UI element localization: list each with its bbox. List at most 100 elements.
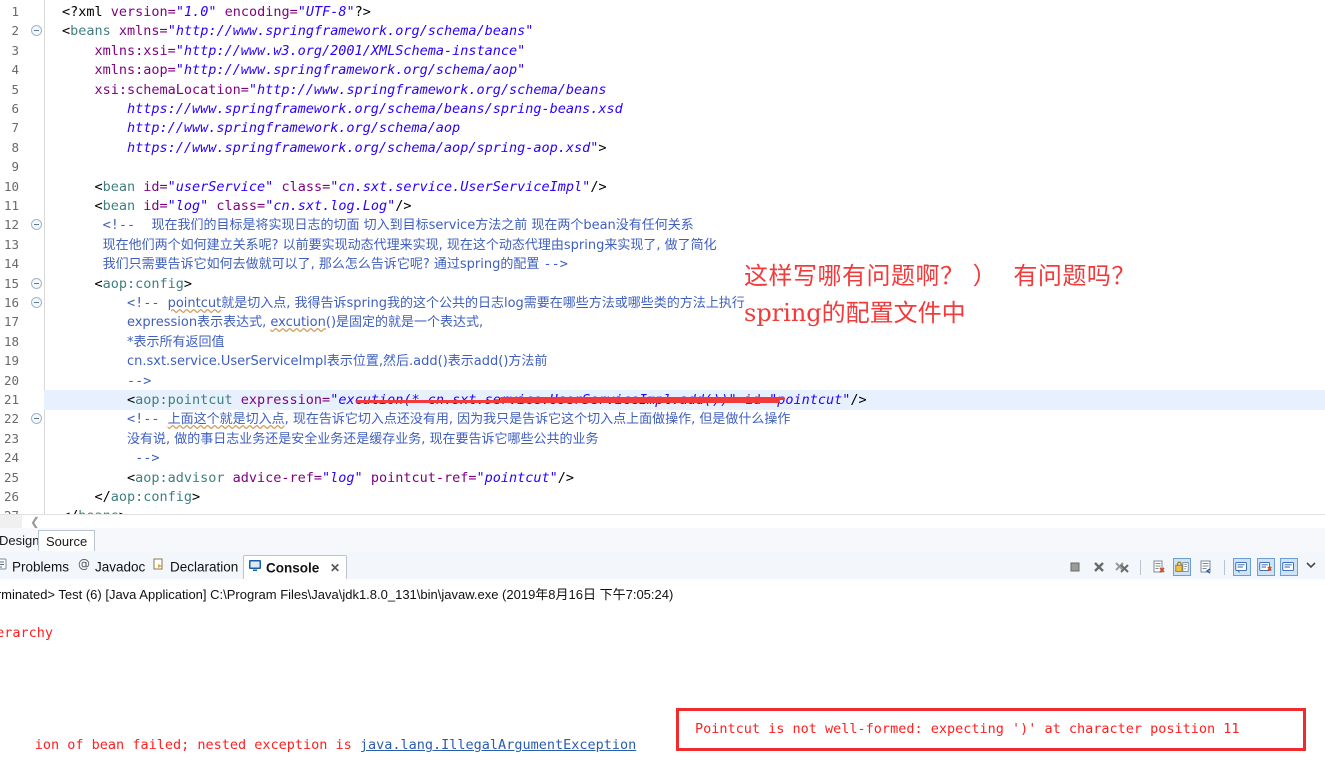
line-number-gutter[interactable]: 1 2 3 4 5 6 7 8 9 10 11 12 13 14 15 16 17 18 19 20 21 22 23 24 2… bbox=[0, 0, 45, 514]
console-toolbar[interactable] bbox=[1065, 556, 1323, 578]
code-token: cn.sxt.service.UserServiceImpl表示位置,然后.ad… bbox=[126, 354, 548, 370]
code-token: aop:pointcut bbox=[135, 392, 233, 408]
code-token: ()是固定的就是一个表达式, bbox=[325, 315, 484, 331]
display-console-icon[interactable] bbox=[1233, 558, 1252, 576]
code-line[interactable]: <bean id="userService" class="cn.sxt.ser… bbox=[44, 177, 1325, 197]
fold-toggle-icon[interactable] bbox=[31, 277, 42, 289]
tab-problems-label: Problems bbox=[12, 559, 70, 575]
code-line[interactable]: cn.sxt.service.UserServiceImpl表示位置,然后.ad… bbox=[44, 351, 1325, 371]
code-token: id= bbox=[135, 178, 168, 195]
open-console-icon[interactable] bbox=[1256, 558, 1275, 576]
code-line[interactable]: --> bbox=[44, 448, 1325, 468]
line-number: 9 bbox=[11, 159, 19, 175]
handwritten-note-line2: spring的配置文件中 bbox=[744, 299, 966, 327]
code-line[interactable]: expression表示表达式, excution()是固定的就是一个表达式, bbox=[44, 312, 1325, 332]
code-token: < bbox=[94, 275, 103, 292]
code-line[interactable] bbox=[44, 157, 1325, 177]
tab-console[interactable]: Console ✕ bbox=[243, 555, 348, 580]
line-number: 2 bbox=[11, 23, 19, 39]
tab-declaration[interactable]: Declaration bbox=[152, 555, 238, 579]
code-line[interactable]: https://www.springframework.org/schema/b… bbox=[44, 99, 1325, 119]
code-token: "log" bbox=[167, 198, 209, 214]
code-token: > bbox=[183, 275, 193, 292]
code-line[interactable]: <!-- 现在我们的目标是将实现日志的切面 切入到目标service方法之前 现… bbox=[44, 215, 1325, 235]
code-token: /> bbox=[557, 469, 575, 486]
tab-source[interactable]: Source bbox=[38, 530, 96, 551]
code-line[interactable]: </beans> bbox=[44, 506, 1325, 514]
code-line[interactable]: <beans xmlns="http://www.springframework… bbox=[44, 21, 1325, 41]
code-line[interactable]: <aop:advisor advice-ref="log" pointcut-r… bbox=[44, 468, 1325, 488]
code-line[interactable]: http://www.springframework.org/schema/ao… bbox=[44, 118, 1325, 138]
editor-mode-tabs[interactable]: Design Source bbox=[0, 528, 1325, 553]
highlighted-error-box: Pointcut is not well-formed: expecting '… bbox=[676, 708, 1306, 751]
console-icon bbox=[248, 556, 262, 580]
code-token: 上面这个就是切入点 bbox=[167, 412, 285, 428]
clear-console-icon[interactable] bbox=[1150, 558, 1168, 576]
view-menu-icon[interactable] bbox=[1304, 558, 1322, 576]
line-number: 19 bbox=[3, 353, 19, 369]
fold-toggle-icon[interactable] bbox=[31, 413, 42, 425]
code-line[interactable]: xsi:schemaLocation="http://www.springfra… bbox=[44, 80, 1325, 100]
editor-horizontal-scrollbar[interactable]: ❮ bbox=[0, 514, 1325, 529]
code-line[interactable]: <bean id="log" class="cn.sxt.log.Log"/> bbox=[44, 196, 1325, 216]
code-line[interactable]: <!-- 上面这个就是切入点, 现在告诉它切入点还没有用, 因为我只是告诉它这个… bbox=[44, 409, 1325, 429]
exception-link[interactable]: java.lang.IllegalArgumentException bbox=[360, 737, 636, 753]
word-wrap-icon[interactable] bbox=[1197, 558, 1215, 576]
code-line[interactable]: xmlns:aop="http://www.springframework.or… bbox=[44, 60, 1325, 80]
code-line[interactable]: </aop:config> bbox=[44, 487, 1325, 507]
code-token: class= bbox=[273, 178, 331, 195]
line-number: 3 bbox=[11, 42, 19, 58]
terminate-icon[interactable] bbox=[1066, 558, 1084, 576]
line-number: 6 bbox=[11, 101, 19, 116]
code-line[interactable]: 现在他们两个如何建立关系呢? 以前要实现动态代理来实现, 现在这个动态代理由sp… bbox=[44, 235, 1325, 255]
svg-text:@: @ bbox=[78, 557, 90, 571]
code-token: , 现在告诉它切入点还没有用, 因为我只是告诉它这个切入点上面做操作, 但是做什… bbox=[284, 412, 791, 428]
code-token: 现在他们两个如何建立关系呢? 以前要实现动态代理来实现, 现在这个动态代理由sp… bbox=[102, 237, 717, 253]
declaration-icon bbox=[152, 555, 166, 579]
pin-console-icon[interactable] bbox=[1280, 558, 1299, 576]
code-token: ?> bbox=[354, 4, 371, 20]
code-token: xmlns:aop= bbox=[94, 62, 176, 79]
code-token: "UTF-8" bbox=[297, 4, 355, 20]
line-number: 20 bbox=[3, 372, 19, 388]
remove-all-launches-icon[interactable] bbox=[1113, 558, 1131, 576]
tab-problems[interactable]: Problems bbox=[0, 555, 69, 579]
close-icon[interactable]: ✕ bbox=[330, 556, 340, 580]
code-line[interactable]: https://www.springframework.org/schema/a… bbox=[44, 138, 1325, 158]
code-token: beans bbox=[70, 23, 111, 40]
tab-javadoc[interactable]: @ Javadoc bbox=[77, 555, 145, 579]
code-line[interactable]: <?xml version="1.0" encoding="UTF-8"?> bbox=[44, 2, 1325, 22]
code-token: pointcut-ref= bbox=[362, 469, 477, 486]
scrollbar-thumb[interactable] bbox=[0, 515, 22, 528]
code-line[interactable]: 没有说, 做的事日志业务还是安全业务还是缓存业务, 现在要告诉它哪些公共的业务 bbox=[44, 429, 1325, 449]
code-line[interactable]: xmlns:xsi="http://www.w3.org/2001/XMLSch… bbox=[44, 41, 1325, 61]
fold-toggle-icon[interactable] bbox=[31, 25, 42, 37]
code-token: < bbox=[126, 469, 136, 486]
code-token: /> bbox=[590, 178, 607, 195]
code-line[interactable]: <!-- pointcut就是切入点, 我得告诉spring我的这个公共的日志l… bbox=[44, 293, 1325, 313]
code-token: expression表示表达式, bbox=[126, 315, 271, 331]
toolbar-separator bbox=[1140, 559, 1141, 575]
code-token: /> bbox=[850, 392, 867, 408]
code-token: version= bbox=[110, 4, 176, 20]
fold-toggle-icon[interactable] bbox=[31, 219, 42, 231]
tab-console-label: Console bbox=[266, 560, 320, 576]
code-token: id= bbox=[135, 198, 168, 214]
code-token: <?xml bbox=[62, 4, 111, 20]
line-number: 15 bbox=[3, 275, 19, 291]
chevron-left-icon[interactable]: ❮ bbox=[30, 516, 40, 528]
code-line[interactable]: --> bbox=[44, 371, 1325, 391]
fold-toggle-icon[interactable] bbox=[31, 297, 42, 308]
line-number: 25 bbox=[3, 469, 19, 485]
code-token: "log" bbox=[322, 469, 363, 486]
console-launch-header: terminated> Test (6) [Java Application] … bbox=[0, 587, 674, 602]
line-number: 18 bbox=[3, 333, 19, 349]
scroll-lock-icon[interactable] bbox=[1173, 558, 1192, 576]
remove-launch-icon[interactable] bbox=[1090, 558, 1108, 576]
code-token: aop:config bbox=[110, 489, 193, 505]
code-line[interactable]: *表示所有返回值 bbox=[44, 332, 1325, 352]
code-token: <!-- bbox=[126, 295, 168, 311]
code-token: "pointcut" bbox=[769, 392, 851, 408]
line-number: 23 bbox=[3, 430, 19, 446]
code-token: xmlns= bbox=[110, 23, 168, 40]
